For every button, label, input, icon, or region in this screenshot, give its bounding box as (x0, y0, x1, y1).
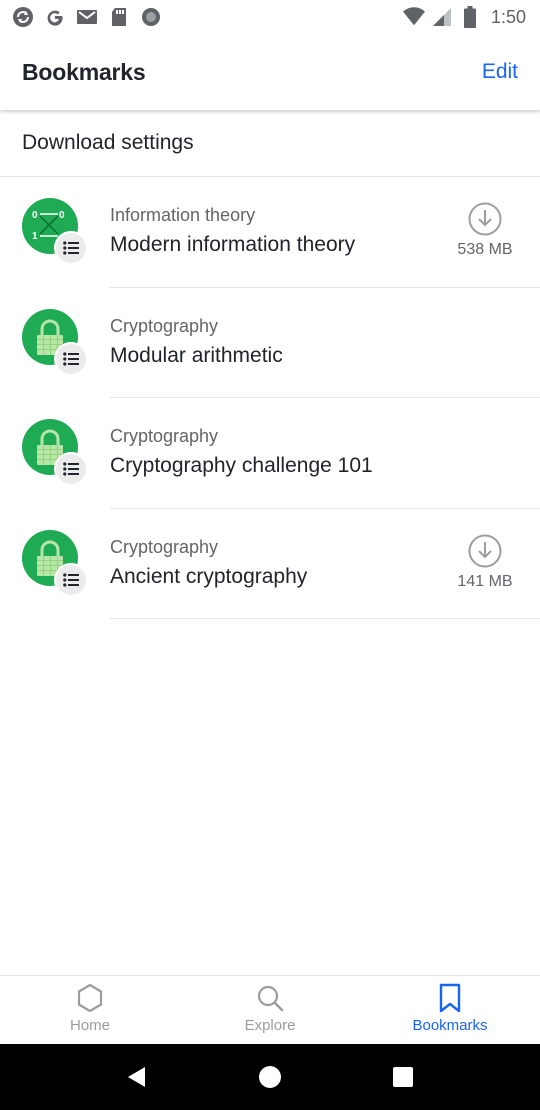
tab-home[interactable]: Home (0, 976, 180, 1044)
list-icon (54, 231, 88, 265)
search-icon (257, 985, 284, 1012)
hexagon-icon (77, 983, 103, 1013)
bookmark-icon (439, 983, 461, 1013)
list-icon (54, 452, 88, 486)
sync-icon (12, 6, 34, 28)
download-icon (468, 202, 502, 236)
system-nav-bar (0, 1044, 540, 1110)
signal-icon (431, 6, 453, 28)
bookmark-item[interactable]: Cryptography Modular arithmetic (0, 288, 540, 398)
status-bar: 1:50 (0, 0, 540, 34)
tab-home-label: Home (69, 1017, 110, 1034)
svg-text:1: 1 (32, 231, 38, 242)
battery-icon (459, 6, 481, 28)
app-bar: Bookmarks Edit (0, 34, 540, 110)
bookmark-title: Cryptography challenge 101 (110, 454, 373, 477)
back-button[interactable] (117, 1057, 157, 1097)
bookmark-subject: Cryptography (110, 426, 219, 446)
tab-bookmarks-label: Bookmarks (412, 1017, 488, 1034)
record-icon (140, 6, 162, 28)
bookmark-subject: Cryptography (110, 536, 219, 557)
status-right-icons: 1:50 (402, 6, 526, 28)
bookmark-title: Ancient cryptography (110, 564, 308, 588)
gmail-icon (76, 6, 98, 28)
bookmark-item[interactable]: Cryptography Cryptography challenge 101 (0, 398, 540, 509)
tab-bookmarks[interactable]: Bookmarks (360, 976, 540, 1044)
clock: 1:50 (490, 6, 526, 27)
back-icon (127, 1067, 145, 1087)
list-icon (54, 562, 88, 597)
download-icon (468, 534, 502, 567)
page-title: Bookmarks (22, 58, 146, 85)
download-settings-label: Download settings (22, 131, 194, 154)
status-left-icons (12, 6, 162, 28)
recents-icon (393, 1067, 414, 1087)
edit-button[interactable]: Edit (482, 60, 518, 84)
google-icon (44, 6, 66, 28)
tab-explore-label: Explore (244, 1017, 296, 1034)
home-button[interactable] (250, 1057, 290, 1097)
bookmark-title: Modular arithmetic (110, 343, 283, 367)
download-size: 538 MB (457, 241, 513, 258)
download-size: 141 MB (457, 572, 513, 590)
bookmark-text: Cryptography Modular arithmetic (110, 315, 283, 369)
download-button[interactable]: 538 MB (454, 201, 516, 259)
tab-explore[interactable]: Explore (180, 976, 360, 1044)
bookmark-item[interactable]: Cryptography Ancient cryptography 141 MB (0, 509, 540, 619)
bookmark-text: Information theory Modern information th… (110, 204, 355, 258)
divider (110, 618, 540, 619)
bookmark-list: 0 0 1 Information theory Modern informat… (0, 177, 540, 619)
bookmark-subject: Information theory (110, 205, 256, 225)
recents-button[interactable] (383, 1057, 423, 1097)
svg-text:0: 0 (32, 210, 38, 221)
bookmark-text: Cryptography Ancient cryptography (110, 536, 307, 590)
download-button[interactable]: 141 MB (454, 533, 516, 591)
sd-card-icon (108, 6, 130, 28)
home-circle-icon (258, 1066, 281, 1088)
list-icon (54, 341, 88, 376)
wifi-icon (402, 6, 425, 28)
bottom-nav: Home Explore Bookmarks (0, 975, 540, 1044)
bookmark-text: Cryptography Cryptography challenge 101 (110, 425, 373, 479)
bookmark-title: Modern information theory (110, 233, 356, 256)
download-settings-row[interactable]: Download settings (0, 110, 540, 177)
svg-text:0: 0 (59, 210, 65, 221)
bookmark-item[interactable]: 0 0 1 Information theory Modern informat… (0, 177, 540, 288)
bookmark-subject: Cryptography (110, 315, 219, 336)
